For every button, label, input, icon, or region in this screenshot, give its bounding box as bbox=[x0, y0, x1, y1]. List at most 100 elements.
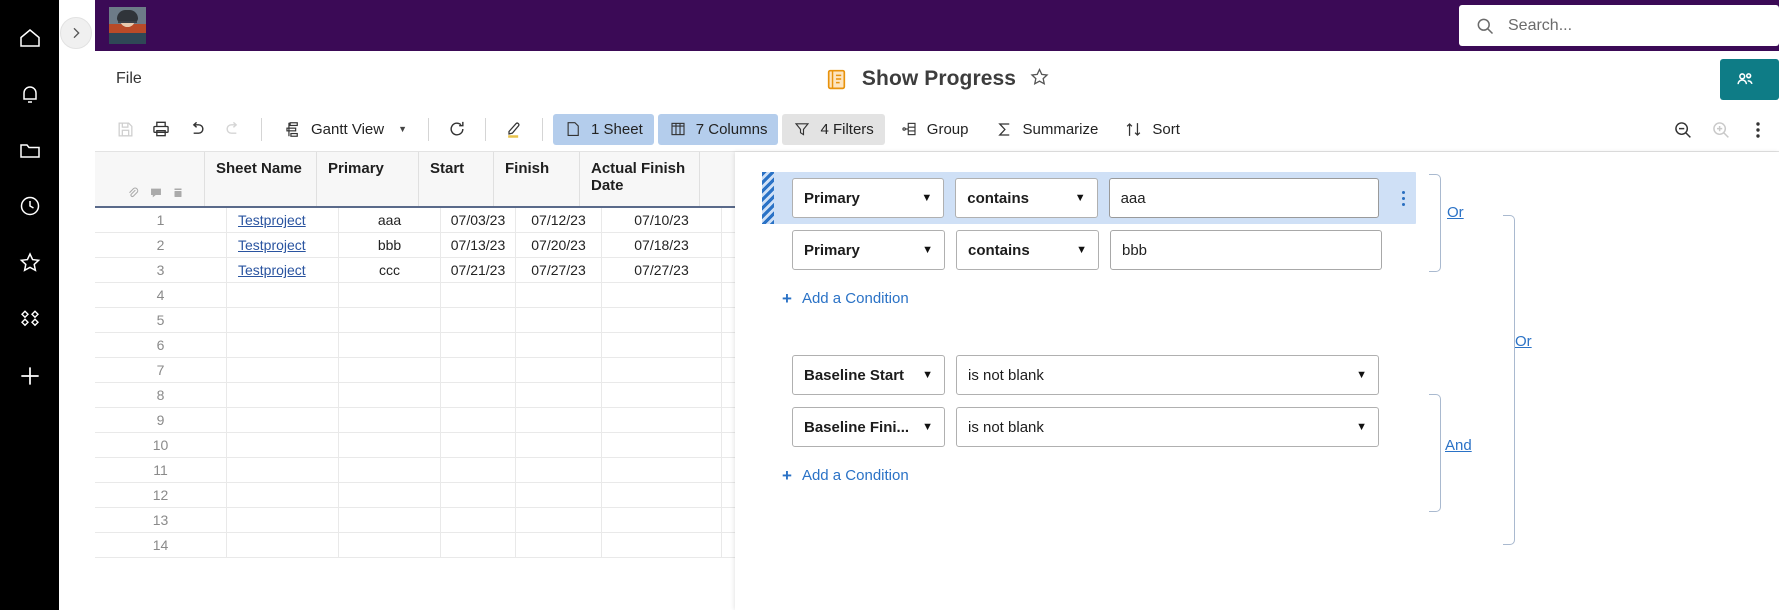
grid-header-cell[interactable]: Start bbox=[419, 152, 494, 206]
row-menu-icon[interactable] bbox=[1390, 181, 1416, 215]
browse-folder-icon[interactable] bbox=[10, 130, 50, 170]
redo-icon[interactable] bbox=[215, 113, 251, 145]
cell-sheet-name-link[interactable] bbox=[227, 283, 339, 307]
table-cell[interactable]: 07/18/23 bbox=[602, 233, 722, 257]
filter-condition-row[interactable]: Primary ▼ contains ▼ bbox=[762, 172, 1416, 224]
attachment-icon[interactable] bbox=[126, 186, 140, 200]
filter-condition-row[interactable]: Baseline Fini... ▼ is not blank ▼ bbox=[735, 401, 1779, 453]
sort-button[interactable]: Sort bbox=[1113, 114, 1191, 145]
filter-field-select[interactable]: Primary ▼ bbox=[792, 178, 945, 218]
table-cell[interactable] bbox=[441, 333, 516, 357]
filter-operator-select[interactable]: contains ▼ bbox=[955, 178, 1098, 218]
filter-field-select[interactable]: Baseline Start ▼ bbox=[792, 355, 945, 395]
proof-icon[interactable] bbox=[172, 186, 184, 200]
filter-field-select[interactable]: Primary ▼ bbox=[792, 230, 945, 270]
filter-value-input[interactable] bbox=[1108, 178, 1380, 218]
table-cell[interactable] bbox=[602, 383, 722, 407]
filter-condition-row[interactable]: Primary ▼ contains ▼ bbox=[735, 224, 1779, 276]
notifications-icon[interactable] bbox=[10, 74, 50, 114]
table-cell[interactable] bbox=[516, 458, 602, 482]
print-icon[interactable] bbox=[143, 113, 179, 145]
filter-operator-select[interactable]: is not blank ▼ bbox=[956, 355, 1379, 395]
table-cell[interactable]: 07/27/23 bbox=[602, 258, 722, 282]
cell-sheet-name-link[interactable] bbox=[227, 458, 339, 482]
table-cell[interactable] bbox=[602, 333, 722, 357]
table-cell[interactable] bbox=[441, 358, 516, 382]
columns-button[interactable]: 7 Columns bbox=[657, 113, 779, 145]
view-switcher[interactable]: Gantt View ▼ bbox=[272, 114, 418, 145]
grid-header-cell[interactable]: Primary bbox=[317, 152, 419, 206]
group-one-connector[interactable]: Or bbox=[1447, 204, 1464, 221]
table-cell[interactable] bbox=[441, 483, 516, 507]
cell-sheet-name-link[interactable] bbox=[227, 308, 339, 332]
workapps-icon[interactable] bbox=[10, 298, 50, 338]
table-cell[interactable] bbox=[441, 383, 516, 407]
file-menu[interactable]: File bbox=[116, 70, 142, 88]
table-cell[interactable]: 07/03/23 bbox=[441, 208, 516, 232]
summarize-button[interactable]: Summarize bbox=[984, 114, 1110, 145]
grid-header-cell[interactable]: Actual Finish Date bbox=[580, 152, 700, 206]
table-cell[interactable] bbox=[339, 533, 441, 557]
more-options-icon[interactable] bbox=[1741, 114, 1775, 146]
table-cell[interactable] bbox=[516, 333, 602, 357]
add-condition-link[interactable]: + Add a Condition bbox=[782, 290, 1779, 307]
table-cell[interactable] bbox=[441, 533, 516, 557]
cell-sheet-name-link[interactable]: Testproject bbox=[227, 233, 339, 257]
table-cell[interactable] bbox=[516, 433, 602, 457]
table-cell[interactable]: 07/13/23 bbox=[441, 233, 516, 257]
table-cell[interactable] bbox=[602, 408, 722, 432]
table-cell[interactable] bbox=[441, 458, 516, 482]
cell-sheet-name-link[interactable] bbox=[227, 433, 339, 457]
cell-sheet-name-link[interactable]: Testproject bbox=[227, 258, 339, 282]
create-plus-icon[interactable] bbox=[10, 356, 50, 396]
sheet-count-button[interactable]: 1 Sheet bbox=[553, 113, 654, 145]
table-cell[interactable]: 07/10/23 bbox=[602, 208, 722, 232]
table-cell[interactable] bbox=[441, 283, 516, 307]
table-cell[interactable] bbox=[339, 358, 441, 382]
table-cell[interactable] bbox=[602, 433, 722, 457]
expand-rail-button[interactable] bbox=[60, 17, 92, 49]
table-cell[interactable] bbox=[339, 283, 441, 307]
table-cell[interactable]: 07/12/23 bbox=[516, 208, 602, 232]
table-cell[interactable] bbox=[602, 308, 722, 332]
recents-clock-icon[interactable] bbox=[10, 186, 50, 226]
highlight-icon[interactable] bbox=[496, 113, 532, 145]
share-button[interactable] bbox=[1720, 59, 1779, 100]
table-cell[interactable] bbox=[516, 358, 602, 382]
table-cell[interactable] bbox=[516, 408, 602, 432]
table-cell[interactable] bbox=[602, 358, 722, 382]
table-cell[interactable] bbox=[441, 308, 516, 332]
filter-field-select[interactable]: Baseline Fini... ▼ bbox=[792, 407, 945, 447]
refresh-icon[interactable] bbox=[439, 113, 475, 145]
save-icon[interactable] bbox=[107, 113, 143, 145]
filter-condition-row[interactable]: Baseline Start ▼ is not blank ▼ bbox=[735, 349, 1779, 401]
add-condition-link[interactable]: + Add a Condition bbox=[782, 467, 1779, 484]
table-cell[interactable] bbox=[516, 483, 602, 507]
table-cell[interactable] bbox=[339, 383, 441, 407]
table-cell[interactable] bbox=[339, 408, 441, 432]
favorites-star-icon[interactable] bbox=[10, 242, 50, 282]
cell-sheet-name-link[interactable] bbox=[227, 533, 339, 557]
zoom-in-icon[interactable] bbox=[1703, 114, 1737, 146]
table-cell[interactable] bbox=[339, 333, 441, 357]
table-cell[interactable] bbox=[602, 508, 722, 532]
drag-handle[interactable] bbox=[762, 172, 774, 224]
table-cell[interactable]: ccc bbox=[339, 258, 441, 282]
table-cell[interactable] bbox=[339, 483, 441, 507]
undo-icon[interactable] bbox=[179, 113, 215, 145]
cell-sheet-name-link[interactable] bbox=[227, 333, 339, 357]
comment-icon[interactable] bbox=[149, 186, 163, 200]
avatar[interactable] bbox=[109, 7, 146, 44]
table-cell[interactable] bbox=[516, 533, 602, 557]
table-cell[interactable] bbox=[339, 308, 441, 332]
grid-header-cell[interactable]: Finish bbox=[494, 152, 580, 206]
cell-sheet-name-link[interactable]: Testproject bbox=[227, 208, 339, 232]
table-cell[interactable] bbox=[602, 283, 722, 307]
table-cell[interactable]: aaa bbox=[339, 208, 441, 232]
table-cell[interactable] bbox=[339, 508, 441, 532]
home-icon[interactable] bbox=[10, 18, 50, 58]
global-search[interactable]: Search... bbox=[1459, 5, 1779, 46]
table-cell[interactable] bbox=[339, 458, 441, 482]
filter-operator-select[interactable]: is not blank ▼ bbox=[956, 407, 1379, 447]
table-cell[interactable] bbox=[516, 283, 602, 307]
